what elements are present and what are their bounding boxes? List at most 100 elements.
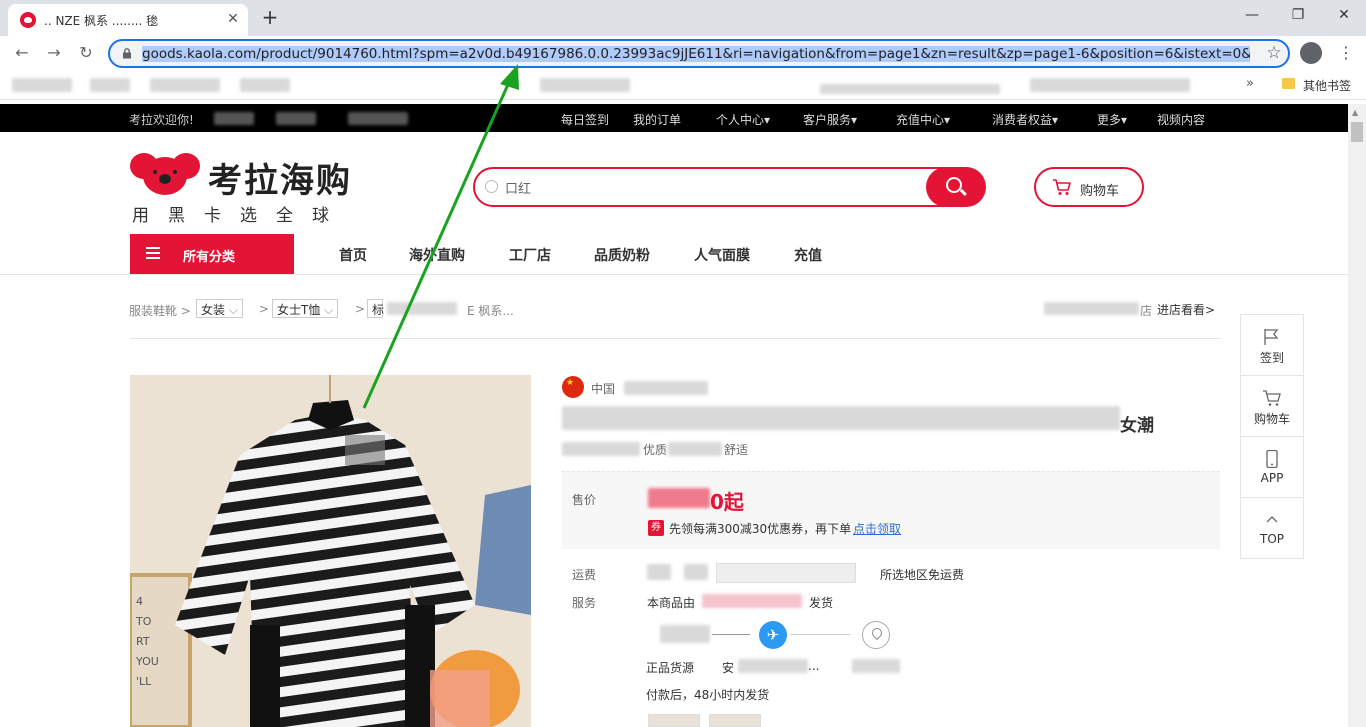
koala-logo-icon[interactable] bbox=[130, 150, 200, 196]
cart-button[interactable]: 购物车 bbox=[1034, 167, 1144, 207]
breadcrumb-womens-tshirt[interactable]: 女士T恤 ⌵ bbox=[272, 299, 339, 318]
folder-icon bbox=[1282, 78, 1295, 89]
account-link-blurred[interactable] bbox=[348, 112, 408, 125]
nav-popular-masks[interactable]: 人气面膜 bbox=[694, 245, 750, 265]
route-mid-blurred bbox=[738, 659, 808, 673]
product-thumbnail[interactable] bbox=[648, 714, 700, 727]
topnav-recharge-center[interactable]: 充值中心▾ bbox=[896, 111, 950, 128]
visit-store-link[interactable]: 进店看看> bbox=[1157, 301, 1215, 318]
route-line bbox=[712, 634, 750, 635]
page-scrollbar[interactable]: ▲ bbox=[1348, 104, 1366, 727]
forward-icon[interactable]: → bbox=[42, 41, 66, 65]
nav-factory-store[interactable]: 工厂店 bbox=[509, 245, 551, 265]
register-link-blurred[interactable] bbox=[276, 112, 316, 125]
bookmark-blurred[interactable] bbox=[1030, 78, 1190, 92]
bookmark-blurred[interactable] bbox=[150, 78, 220, 92]
breadcrumb-product[interactable]: 标 bbox=[367, 299, 384, 318]
topnav-customer-service[interactable]: 客户服务▾ bbox=[803, 111, 857, 128]
service-text: 本商品由 bbox=[647, 596, 696, 610]
bookmark-blurred[interactable] bbox=[540, 78, 630, 92]
browser-menu-icon[interactable]: ⋮ bbox=[1336, 42, 1356, 64]
flag-icon bbox=[1264, 329, 1279, 345]
topnav-more[interactable]: 更多▾ bbox=[1097, 111, 1127, 128]
svg-text:4: 4 bbox=[136, 595, 143, 608]
logo-text[interactable]: 考拉海购 bbox=[208, 153, 352, 202]
welcome-text: 考拉欢迎你! bbox=[129, 113, 194, 127]
search-button[interactable] bbox=[926, 167, 986, 207]
breadcrumb-root[interactable]: 服装鞋靴 > bbox=[129, 302, 191, 319]
back-icon[interactable]: ← bbox=[10, 41, 34, 65]
airplane-icon: ✈ bbox=[759, 621, 787, 649]
bookmark-blurred[interactable] bbox=[240, 78, 290, 92]
route-mid-label: 安 bbox=[722, 661, 735, 675]
nav-quality-milk-powder[interactable]: 品质奶粉 bbox=[594, 245, 650, 265]
rail-app[interactable]: APP bbox=[1241, 437, 1303, 498]
profile-avatar-icon[interactable] bbox=[1300, 42, 1322, 64]
breadcrumb-product-tail: E 枫系... bbox=[467, 304, 514, 318]
site-top-strip: 考拉欢迎你! 每日签到 我的订单 个人中心▾ 客户服务▾ 充值中心▾ 消费者权益… bbox=[0, 104, 1348, 132]
product-subtitle-tail: 舒适 bbox=[724, 443, 749, 457]
rail-cart[interactable]: 购物车 bbox=[1241, 376, 1303, 437]
nav-home[interactable]: 首页 bbox=[339, 245, 367, 265]
bookmarks-overflow-button[interactable]: » bbox=[1246, 76, 1254, 91]
url-selection: goods.kaola.com/product/9014760.html?spm… bbox=[142, 46, 1250, 62]
topnav-daily-checkin[interactable]: 每日签到 bbox=[561, 111, 609, 128]
subtitle-blurred bbox=[668, 442, 722, 456]
url-text[interactable]: goods.kaola.com/product/9014760.html?spm… bbox=[142, 45, 1250, 63]
topnav-personal-center[interactable]: 个人中心▾ bbox=[716, 111, 770, 128]
route-dest-blurred bbox=[852, 659, 900, 673]
new-tab-icon[interactable]: + bbox=[258, 6, 282, 30]
breadcrumb-blurred bbox=[387, 302, 457, 315]
login-link-blurred[interactable] bbox=[214, 112, 254, 125]
topnav-my-orders[interactable]: 我的订单 bbox=[633, 111, 681, 128]
topnav-consumer-rights[interactable]: 消费者权益▾ bbox=[992, 111, 1058, 128]
magnifier-icon bbox=[946, 177, 962, 193]
bookmark-star-icon[interactable]: ☆ bbox=[1264, 43, 1284, 63]
price-block: 售价 0起 券 先领每满300减30优惠券，再下单 点击领取 bbox=[562, 471, 1220, 549]
reload-icon[interactable]: ↻ bbox=[74, 41, 98, 65]
shipping-region-select[interactable] bbox=[716, 563, 856, 583]
product-main-image[interactable]: 4 ТО RT YOU 'LL bbox=[130, 375, 531, 727]
search-icon bbox=[485, 180, 498, 193]
breadcrumb: 服装鞋靴 > 女装 ⌵ > 女士T恤 ⌵ > 标 E 枫系... 店 进店看看> bbox=[129, 299, 1229, 319]
all-categories-button[interactable]: 所有分类 bbox=[130, 234, 294, 274]
restore-icon[interactable]: ❐ bbox=[1284, 4, 1312, 26]
striped-sweater-illustration: 4 ТО RT YOU 'LL bbox=[130, 375, 531, 727]
svg-text:ТО: ТО bbox=[135, 615, 152, 628]
breadcrumb-level2-label: 女士T恤 bbox=[277, 303, 321, 317]
close-tab-icon[interactable]: ✕ bbox=[224, 10, 242, 28]
nav-recharge[interactable]: 充值 bbox=[794, 245, 822, 265]
address-bar[interactable]: goods.kaola.com/product/9014760.html?spm… bbox=[108, 39, 1290, 68]
cart-icon bbox=[1053, 179, 1071, 195]
route-origin-label: 正品货源 bbox=[646, 661, 695, 675]
rail-back-to-top[interactable]: TOP bbox=[1241, 498, 1303, 559]
browser-tab[interactable]: .. NZE 枫系 ........ 毶 ✕ bbox=[8, 4, 248, 36]
bookmark-blurred[interactable] bbox=[90, 78, 130, 92]
product-thumbnail[interactable] bbox=[709, 714, 761, 727]
coupon-text: 先领每满300减30优惠券，再下单 bbox=[669, 522, 852, 536]
scrollbar-thumb[interactable] bbox=[1351, 122, 1363, 142]
close-window-icon[interactable]: ✕ bbox=[1330, 4, 1358, 26]
minimize-icon[interactable]: — bbox=[1238, 4, 1266, 26]
breadcrumb-womens-clothing[interactable]: 女装 ⌵ bbox=[196, 299, 243, 318]
other-bookmarks-button[interactable]: 其他书签 bbox=[1303, 77, 1351, 94]
price-value: 0起 bbox=[710, 490, 744, 514]
rail-checkin[interactable]: 签到 bbox=[1241, 315, 1303, 376]
nav-overseas-direct[interactable]: 海外直购 bbox=[409, 245, 465, 265]
product-title-tail: 女潮 bbox=[1120, 416, 1154, 436]
shipping-label: 运费 bbox=[572, 568, 597, 582]
service-label: 服务 bbox=[572, 596, 597, 610]
bookmark-blurred[interactable] bbox=[12, 78, 72, 92]
china-flag-icon bbox=[562, 376, 584, 398]
shipping-blurred bbox=[647, 564, 671, 580]
claim-coupon-link[interactable]: 点击领取 bbox=[853, 520, 901, 537]
bookmark-blurred[interactable] bbox=[820, 84, 1000, 94]
scroll-up-icon[interactable]: ▲ bbox=[1352, 108, 1358, 117]
topnav-video-content[interactable]: 视频内容 bbox=[1157, 111, 1205, 128]
rail-checkin-label: 签到 bbox=[1259, 351, 1284, 365]
route-mid-tail: ... bbox=[808, 659, 820, 673]
search-input[interactable] bbox=[505, 177, 885, 197]
search-box bbox=[473, 167, 986, 207]
tab-bar: .. NZE 枫系 ........ 毶 ✕ + — ❐ ✕ bbox=[0, 0, 1366, 36]
rail-app-label: APP bbox=[1260, 471, 1284, 485]
